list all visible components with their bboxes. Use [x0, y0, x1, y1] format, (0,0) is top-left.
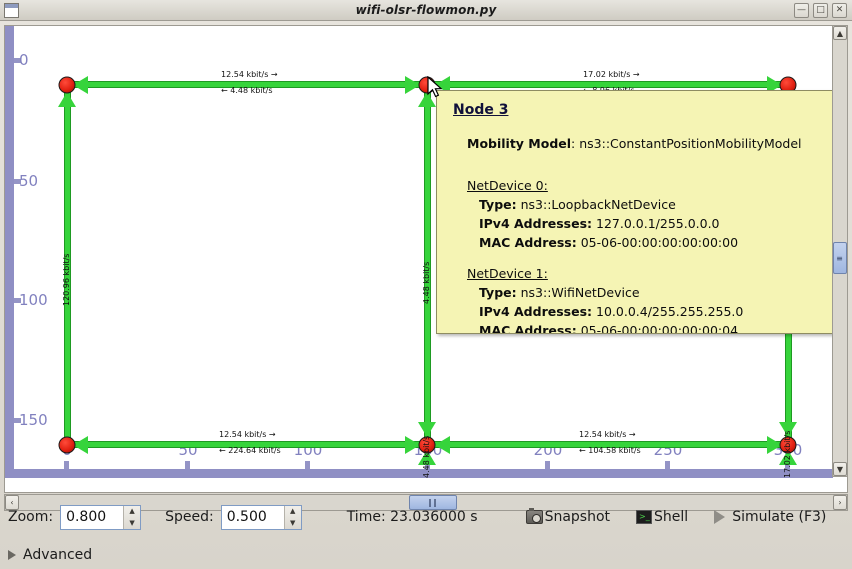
tooltip-title: Node 3	[453, 102, 509, 118]
advanced-expander[interactable]: Advanced	[8, 547, 92, 563]
vertical-scrollbar[interactable]: ▲ ≡ ▼	[832, 25, 848, 477]
link-label-bottom-right-forward: 12.54 kbit/s →	[579, 430, 636, 439]
tooltip-type-label-1: Type:	[479, 285, 517, 301]
speed-label: Speed:	[165, 509, 214, 525]
minimize-button[interactable]: —	[794, 3, 809, 18]
maximize-button[interactable]: □	[813, 3, 828, 18]
link-label-bottom-left-reverse: ← 224.64 kbit/s	[219, 446, 281, 455]
x-tick-0	[64, 461, 69, 469]
tooltip-mobility-value: : ns3::ConstantPositionMobilityModel	[571, 136, 802, 152]
link-label-top-right-forward: 17.02 kbit/s →	[583, 70, 640, 79]
tooltip-ipv4-label-0: IPv4 Addresses:	[479, 216, 593, 232]
y-tick-label-50: 50	[19, 172, 39, 190]
tooltip-netdevice-0-mac: MAC Address: 05-06-00:00:00:00:00:00	[479, 233, 827, 252]
tooltip-type-value-1: ns3::WifiNetDevice	[520, 285, 640, 301]
tooltip-ipv4-value-0: 127.0.0.1/255.0.0.0	[596, 216, 720, 232]
x-axis-ruler	[5, 469, 833, 478]
window-titlebar: wifi-olsr-flowmon.py — □ ✕	[0, 0, 852, 21]
chevron-right-icon	[8, 550, 16, 560]
tooltip-mobility-row: Mobility Model: ns3::ConstantPositionMob…	[467, 134, 827, 153]
advanced-label: Advanced	[23, 547, 93, 563]
tooltip-mac-label-1: MAC Address:	[479, 323, 577, 334]
tooltip-mac-label-0: MAC Address:	[479, 235, 577, 251]
x-tick-50	[185, 461, 190, 469]
tooltip-mac-value-1: 05-06-00:00:00:00:00:04	[580, 323, 739, 334]
tooltip-ipv4-value-1: 10.0.0.4/255.255.255.0	[596, 304, 744, 320]
tooltip-ipv4-label-1: IPv4 Addresses:	[479, 304, 593, 320]
link-label-right-vertical: 17.02 kbit/s	[783, 430, 792, 478]
link-label-bottom-right-reverse: ← 104.58 kbit/s	[579, 446, 641, 455]
zoom-input[interactable]	[61, 505, 124, 529]
zoom-increment-button[interactable]: ▲	[124, 506, 140, 518]
tooltip-netdevice-0-type: Type: ns3::LoopbackNetDevice	[479, 195, 827, 214]
tooltip-netdevice-1-heading: NetDevice 1:	[467, 266, 548, 282]
speed-decrement-button[interactable]: ▼	[285, 517, 301, 529]
topology-canvas-frame: 0 50 100 150 0 50 100 150 200 250 300	[4, 25, 848, 493]
y-tick-label-150: 150	[19, 411, 48, 429]
link-label-top-left-reverse: ← 4.48 kbit/s	[221, 86, 273, 95]
play-icon	[714, 510, 726, 524]
zoom-decrement-button[interactable]: ▼	[124, 517, 140, 529]
node-bottom-left[interactable]	[58, 436, 76, 454]
zoom-label: Zoom:	[8, 509, 54, 525]
shell-button[interactable]: >_ Shell	[636, 509, 688, 525]
tooltip-netdevice-0-heading: NetDevice 0:	[467, 178, 548, 194]
window-title: wifi-olsr-flowmon.py	[355, 3, 497, 17]
arrow-left-vertical-up	[58, 92, 76, 107]
x-tick-200	[545, 461, 550, 469]
node-top-left[interactable]	[58, 76, 76, 94]
tooltip-netdevice-1-ipv4: IPv4 Addresses: 10.0.0.4/255.255.255.0	[479, 302, 827, 321]
flowmon-visualizer-window: wifi-olsr-flowmon.py — □ ✕ 0 50 100 150	[0, 0, 852, 569]
tooltip-mobility-label: Mobility Model	[467, 136, 572, 152]
y-axis-ruler	[5, 26, 14, 478]
vertical-scroll-thumb[interactable]: ≡	[833, 242, 847, 274]
tooltip-mac-value-0: 05-06-00:00:00:00:00:00	[580, 235, 739, 251]
speed-input[interactable]	[221, 505, 284, 529]
close-button[interactable]: ✕	[832, 3, 847, 18]
zoom-stepper-buttons[interactable]: ▲ ▼	[123, 505, 141, 529]
tooltip-netdevice-1-type: Type: ns3::WifiNetDevice	[479, 283, 827, 302]
simulation-time-label: Time: 23.036000 s	[346, 509, 478, 525]
y-tick-label-0: 0	[19, 51, 29, 69]
tooltip-type-value-0: ns3::LoopbackNetDevice	[520, 197, 676, 213]
node-info-tooltip: Node 3 Mobility Model: ns3::ConstantPosi…	[436, 90, 833, 334]
speed-increment-button[interactable]: ▲	[285, 506, 301, 518]
tooltip-netdevice-0-ipv4: IPv4 Addresses: 127.0.0.1/255.0.0.0	[479, 214, 827, 233]
x-tick-250	[665, 461, 670, 469]
link-label-left-vertical: 120.96 kbit/s	[62, 253, 71, 306]
arrow-bottom-mid-from-right	[435, 436, 450, 454]
mouse-cursor-icon	[427, 76, 443, 98]
tooltip-type-label-0: Type:	[479, 197, 517, 213]
scroll-up-button[interactable]: ▲	[833, 26, 847, 40]
topology-canvas[interactable]: 0 50 100 150 0 50 100 150 200 250 300	[5, 26, 833, 478]
zoom-stepper[interactable]: ▲ ▼	[60, 504, 142, 530]
snapshot-button[interactable]: Snapshot	[525, 508, 611, 525]
bottom-toolbar: Zoom: ▲ ▼ Speed: ▲ ▼ Time: 23.036000 s S…	[0, 499, 852, 535]
y-tick-label-100: 100	[19, 291, 48, 309]
window-controls: — □ ✕	[794, 3, 847, 18]
shell-label: Shell	[654, 509, 689, 525]
speed-stepper-buttons[interactable]: ▲ ▼	[283, 505, 301, 529]
speed-stepper[interactable]: ▲ ▼	[220, 504, 302, 530]
tooltip-netdevice-1-mac: MAC Address: 05-06-00:00:00:00:00:04	[479, 321, 827, 334]
camera-icon	[525, 508, 543, 524]
link-label-middle-vertical: 4.48 kbit/s	[422, 261, 431, 304]
link-label-middle-bottom: 4.48 kbit/s	[422, 435, 431, 478]
snapshot-label: Snapshot	[544, 509, 611, 525]
x-tick-100	[305, 461, 310, 469]
link-label-top-left-forward: 12.54 kbit/s →	[221, 70, 278, 79]
scroll-down-button[interactable]: ▼	[833, 462, 847, 476]
terminal-icon: >_	[636, 510, 653, 524]
link-label-bottom-left-forward: 12.54 kbit/s →	[219, 430, 276, 439]
simulate-label: Simulate (F3)	[732, 509, 827, 525]
simulate-button[interactable]: Simulate (F3)	[714, 509, 826, 525]
